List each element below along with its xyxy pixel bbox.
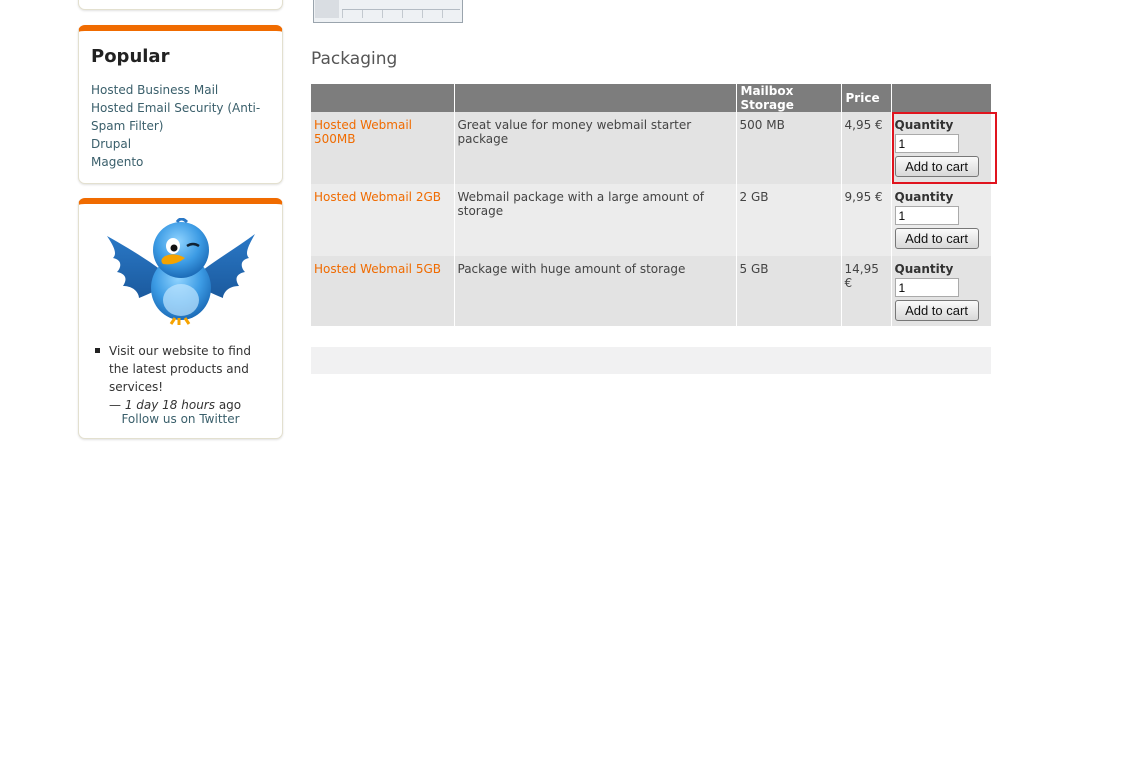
tweet-text: Visit our website to find the latest pro…	[109, 344, 252, 394]
product-link[interactable]: Hosted Webmail 2GB	[314, 190, 441, 204]
header-actions	[890, 84, 991, 112]
products-table: Mailbox Storage Price Hosted Webmail 500…	[311, 84, 991, 326]
quantity-label: Quantity	[894, 190, 954, 204]
header-description	[453, 84, 736, 112]
add-to-cart-button[interactable]: Add to cart	[894, 300, 979, 321]
bullet-icon	[95, 348, 100, 353]
product-price: 14,95 €	[840, 256, 891, 326]
product-storage: 2 GB	[735, 184, 841, 256]
table-header-row: Mailbox Storage Price	[311, 84, 991, 112]
header-mailbox-storage: Mailbox Storage	[735, 84, 841, 112]
product-screenshot-thumbnail[interactable]	[313, 0, 463, 23]
tweet-item: Visit our website to find the latest pro…	[93, 342, 273, 414]
tweet-suffix: ago	[215, 398, 242, 412]
product-price: 9,95 €	[840, 184, 891, 256]
follow-twitter-link[interactable]: Follow us on Twitter	[79, 412, 282, 426]
table-footer-bar	[311, 347, 991, 374]
product-description: Great value for money webmail starter pa…	[453, 112, 736, 184]
add-to-cart-button[interactable]: Add to cart	[894, 228, 979, 249]
twitter-box: Visit our website to find the latest pro…	[78, 198, 283, 439]
quantity-input[interactable]	[894, 206, 959, 225]
quantity-input[interactable]	[894, 134, 959, 153]
popular-list: Hosted Business Mail Hosted Email Securi…	[91, 81, 270, 171]
popular-link-drupal[interactable]: Drupal	[91, 137, 131, 151]
quantity-input[interactable]	[894, 278, 959, 297]
product-link[interactable]: Hosted Webmail 5GB	[314, 262, 441, 276]
table-row: Hosted Webmail 5GB Package with huge amo…	[311, 256, 991, 326]
popular-box: Popular Hosted Business Mail Hosted Emai…	[78, 25, 283, 184]
header-name	[311, 84, 454, 112]
popular-link-magento[interactable]: Magento	[91, 155, 143, 169]
product-price: 4,95 €	[840, 112, 891, 184]
product-description: Package with huge amount of storage	[453, 256, 736, 326]
popular-link-hosted-business-mail[interactable]: Hosted Business Mail	[91, 83, 218, 97]
section-title: Packaging	[311, 49, 398, 69]
quantity-label: Quantity	[894, 262, 954, 276]
table-row: Hosted Webmail 500MB Great value for mon…	[311, 112, 991, 184]
twitter-bird-icon	[107, 218, 255, 325]
product-storage: 500 MB	[735, 112, 841, 184]
quantity-label: Quantity	[894, 118, 954, 132]
sidebar-box-top	[78, 0, 283, 10]
add-to-cart-button[interactable]: Add to cart	[894, 156, 979, 177]
popular-title: Popular	[91, 46, 170, 67]
table-row: Hosted Webmail 2GB Webmail package with …	[311, 184, 991, 256]
product-link[interactable]: Hosted Webmail 500MB	[314, 118, 412, 146]
product-storage: 5 GB	[735, 256, 841, 326]
product-description: Webmail package with a large amount of s…	[453, 184, 736, 256]
header-price: Price	[840, 84, 891, 112]
tweet-time: 1 day 18 hours	[124, 398, 215, 412]
tweet-prefix: —	[109, 398, 125, 412]
popular-link-hosted-email-security[interactable]: Hosted Email Security (Anti-Spam Filter)	[91, 101, 260, 133]
tweet-list: Visit our website to find the latest pro…	[93, 342, 273, 414]
